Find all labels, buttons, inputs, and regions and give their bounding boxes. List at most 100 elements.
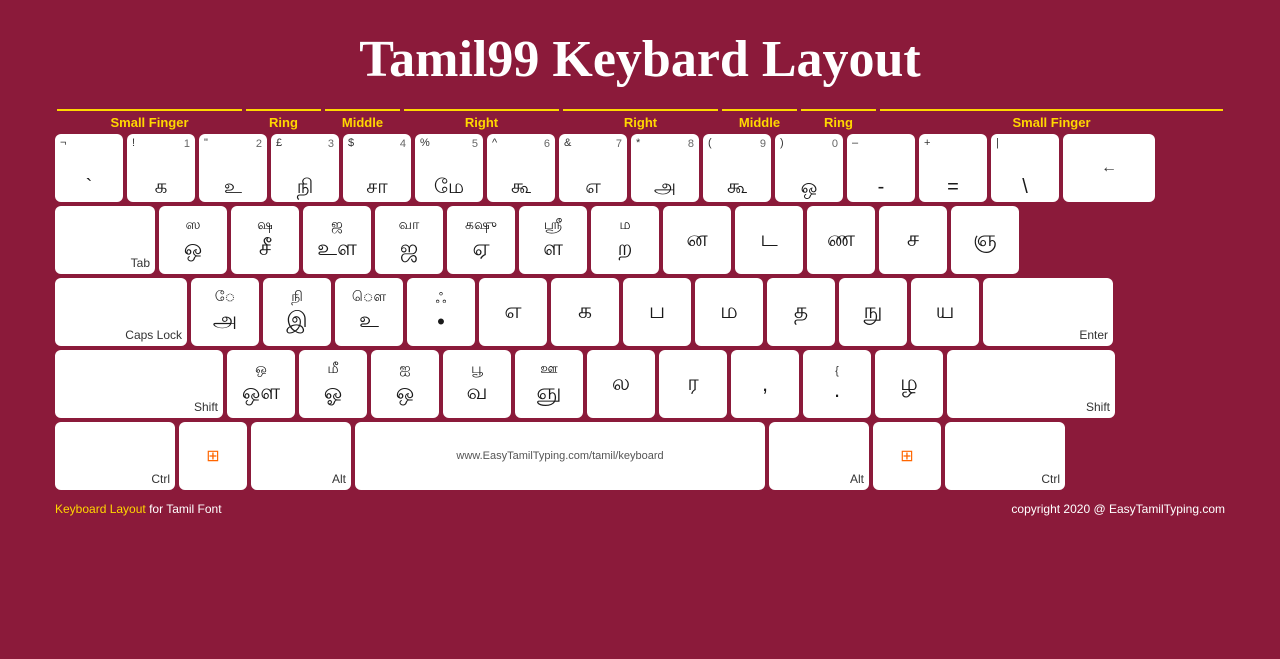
key-q[interactable]: ஸ ஒ: [159, 206, 227, 274]
key-rbracket[interactable]: ஞ: [951, 206, 1019, 274]
key-symbol: &: [564, 138, 571, 149]
key-tamil-top: வா: [399, 216, 420, 235]
key-tamil: க: [132, 176, 190, 198]
key-symbol: +: [924, 138, 930, 149]
key-1[interactable]: ! 1 க: [127, 134, 195, 202]
key-l[interactable]: த: [767, 278, 835, 346]
key-t[interactable]: கஷு ஏ: [447, 206, 515, 274]
key-backspace[interactable]: ←: [1063, 134, 1155, 202]
row-tab: Tab ஸ ஒ ஷ சீ ஜ உள வா ஜ: [55, 206, 1225, 274]
key-lwin[interactable]: ⊞: [179, 422, 247, 490]
key-tamil-bot: ர: [687, 370, 698, 399]
key-number: 1: [184, 138, 190, 150]
key-d[interactable]: ௌ உ: [335, 278, 403, 346]
key-r[interactable]: வா ஜ: [375, 206, 443, 274]
key-rwin[interactable]: ⊞: [873, 422, 941, 490]
key-tamil-top: ௌ: [352, 288, 386, 307]
key-enter[interactable]: Enter: [983, 278, 1113, 346]
key-3[interactable]: £ 3 நி: [271, 134, 339, 202]
key-tamil-bot: ச: [907, 226, 919, 255]
key-b[interactable]: ஊ ஞு: [515, 350, 583, 418]
key-5[interactable]: % 5 மே: [415, 134, 483, 202]
key-tamil: `: [60, 176, 118, 198]
key-4[interactable]: $ 4 சா: [343, 134, 411, 202]
key-i[interactable]: ன: [663, 206, 731, 274]
footer-right: copyright 2020 @ EasyTamilTyping.com: [1011, 502, 1225, 516]
key-symbol: ¬: [60, 138, 66, 149]
key-period[interactable]: { .: [803, 350, 871, 418]
key-m[interactable]: ர: [659, 350, 727, 418]
key-tamil-bot: அ: [213, 307, 237, 336]
key-symbol: !: [132, 138, 135, 149]
key-2[interactable]: " 2 உ: [199, 134, 267, 202]
key-9[interactable]: ( 9 கூ: [703, 134, 771, 202]
key-f[interactable]: ஃ •: [407, 278, 475, 346]
key-lbracket[interactable]: ச: [879, 206, 947, 274]
key-tamil-bot: ஞ: [973, 226, 997, 255]
key-tamil: ஒ: [780, 176, 838, 198]
key-backtick[interactable]: ¬ `: [55, 134, 123, 202]
key-tamil-bot: ம: [720, 298, 738, 327]
key-tamil-bot: ஒள: [242, 379, 280, 408]
key-rctrl[interactable]: Ctrl: [945, 422, 1065, 490]
key-tamil-bot: இ: [286, 307, 307, 336]
key-label: Ctrl: [1041, 472, 1060, 486]
key-tamil-bot: ப: [649, 298, 665, 327]
key-tamil: சா: [348, 176, 406, 198]
key-lshift[interactable]: Shift: [55, 350, 223, 418]
key-pipe[interactable]: | \: [991, 134, 1059, 202]
key-h[interactable]: க: [551, 278, 619, 346]
key-6[interactable]: ^ 6 கூ: [487, 134, 555, 202]
key-tamil-bot: ஒ: [396, 379, 414, 408]
key-x[interactable]: மீ ஓ: [299, 350, 367, 418]
key-label: Ctrl: [151, 472, 170, 486]
key-w[interactable]: ஷ சீ: [231, 206, 299, 274]
backspace-icon: ←: [1101, 159, 1117, 177]
key-0[interactable]: ) 0 ஒ: [775, 134, 843, 202]
key-space[interactable]: www.EasyTamilTyping.com/tamil/keyboard: [355, 422, 765, 490]
key-symbol: –: [852, 138, 858, 149]
keyboard-container: Small Finger Ring Middle Right Right Mid…: [0, 109, 1280, 490]
key-tamil-bot: ஞு: [537, 379, 562, 408]
key-tamil-bot: வ: [466, 379, 487, 408]
key-n[interactable]: ல: [587, 350, 655, 418]
key-tamil-top: ஜ: [331, 216, 343, 235]
key-minus[interactable]: – -: [847, 134, 915, 202]
key-8[interactable]: * 8 அ: [631, 134, 699, 202]
key-rshift[interactable]: Shift: [947, 350, 1115, 418]
key-number: 5: [472, 138, 478, 150]
key-e[interactable]: ஜ உள: [303, 206, 371, 274]
key-u[interactable]: ம ற: [591, 206, 659, 274]
key-comma[interactable]: ,: [731, 350, 799, 418]
key-number: 3: [328, 138, 334, 150]
key-a[interactable]: ே அ: [191, 278, 259, 346]
key-equal[interactable]: + =: [919, 134, 987, 202]
key-label: Tab: [131, 256, 150, 270]
key-tab[interactable]: Tab: [55, 206, 155, 274]
key-tamil-top: மீ: [327, 360, 338, 379]
key-j[interactable]: ப: [623, 278, 691, 346]
key-quote[interactable]: ய: [911, 278, 979, 346]
key-v[interactable]: பூ வ: [443, 350, 511, 418]
finger-middle-right: Middle: [722, 109, 797, 130]
key-g[interactable]: எ: [479, 278, 547, 346]
key-semicolon[interactable]: நு: [839, 278, 907, 346]
key-z[interactable]: ஒ ஒள: [227, 350, 295, 418]
key-p[interactable]: ண: [807, 206, 875, 274]
key-7[interactable]: & 7 எ: [559, 134, 627, 202]
key-lctrl[interactable]: Ctrl: [55, 422, 175, 490]
key-symbol: $: [348, 138, 354, 149]
key-ralt[interactable]: Alt: [769, 422, 869, 490]
footer: Keyboard Layout for Tamil Font copyright…: [0, 494, 1280, 516]
key-capslock[interactable]: Caps Lock: [55, 278, 187, 346]
key-s[interactable]: நி இ: [263, 278, 331, 346]
key-k[interactable]: ம: [695, 278, 763, 346]
key-slash[interactable]: ழ: [875, 350, 943, 418]
key-o[interactable]: ட: [735, 206, 803, 274]
key-y[interactable]: ஸ்ரீ ள: [519, 206, 587, 274]
space-label: www.EasyTamilTyping.com/tamil/keyboard: [360, 450, 760, 462]
key-lalt[interactable]: Alt: [251, 422, 351, 490]
key-number: 9: [760, 138, 766, 150]
key-c[interactable]: ஐ ஒ: [371, 350, 439, 418]
key-symbol: ): [780, 138, 784, 149]
